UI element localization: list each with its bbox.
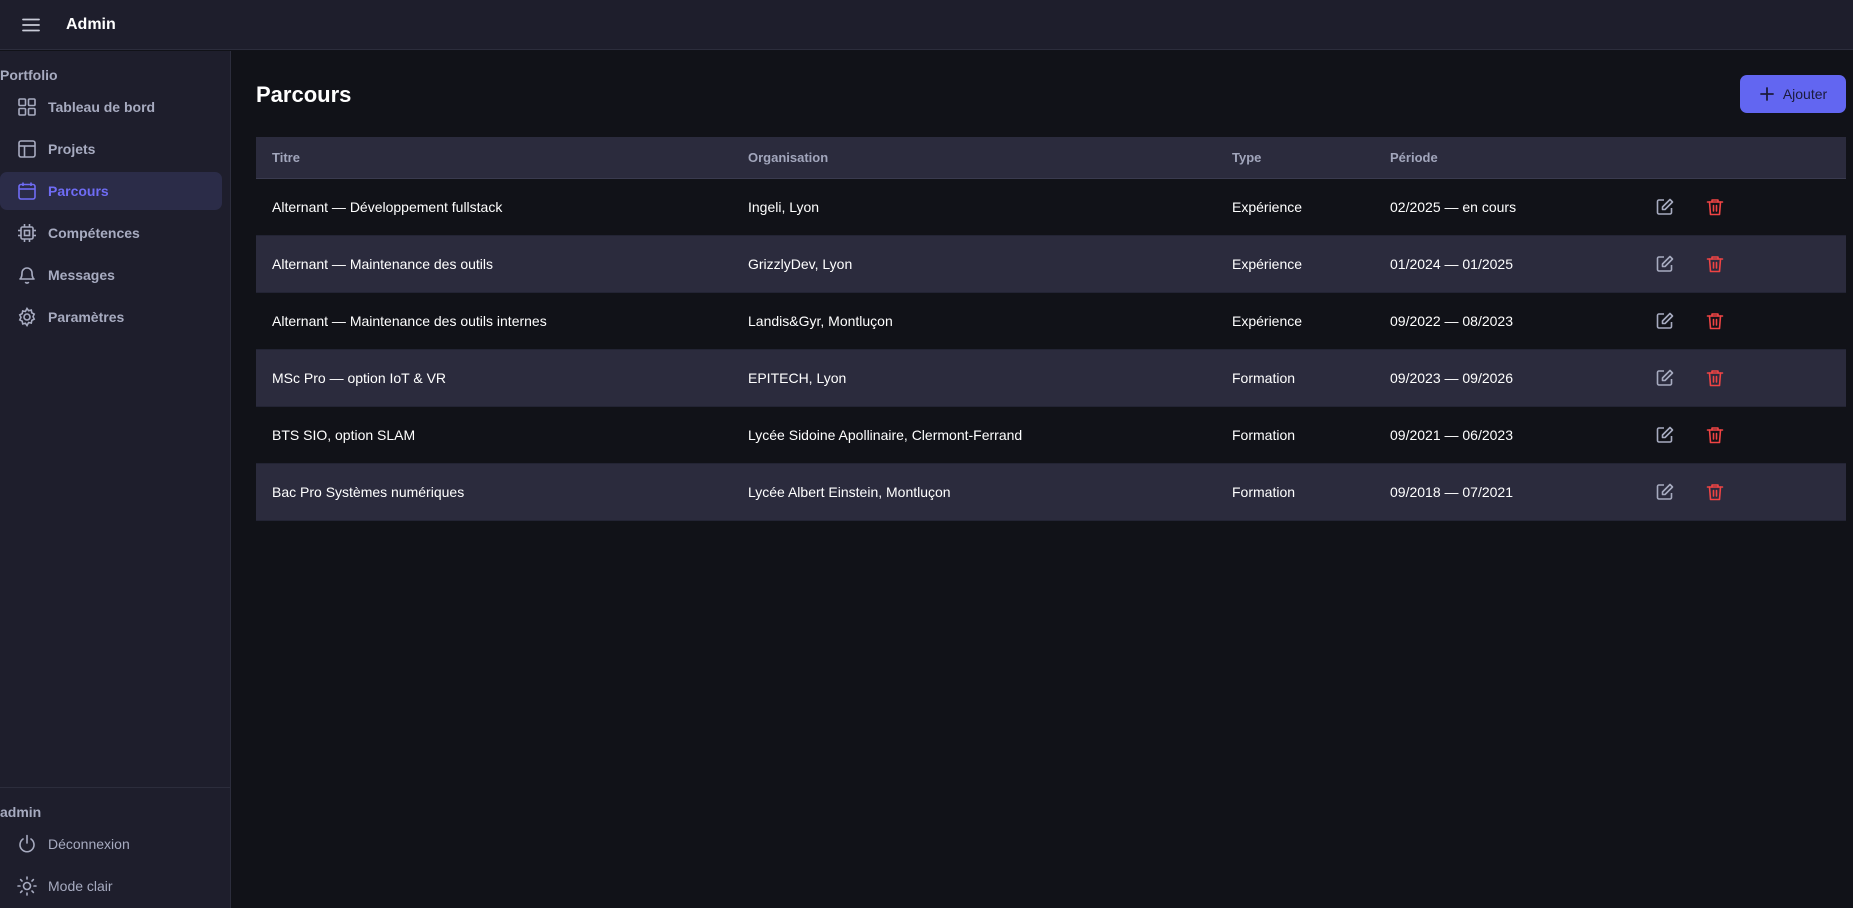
row-actions: [1648, 308, 1728, 334]
dashboard-icon: [16, 96, 38, 118]
trash-icon[interactable]: [1702, 251, 1728, 277]
sidebar-divider: [0, 787, 231, 788]
cell-periode: 09/2022 — 08/2023: [1390, 313, 1513, 329]
row-actions: [1648, 194, 1728, 220]
cell-periode: 09/2018 — 07/2021: [1390, 484, 1513, 500]
sidebar-section-title: Portfolio: [0, 67, 58, 83]
page-title: Parcours: [256, 82, 352, 107]
cell-titre: Alternant — Développement fullstack: [272, 199, 503, 215]
row-actions: [1648, 422, 1728, 448]
cell-titre: BTS SIO, option SLAM: [272, 427, 416, 443]
sidebar-item-label: Compétences: [48, 225, 140, 241]
sidebar-item-competences[interactable]: Compétences: [0, 214, 222, 252]
cell-type: Expérience: [1232, 313, 1303, 329]
cell-organisation: Ingeli, Lyon: [748, 199, 820, 215]
edit-icon[interactable]: [1652, 365, 1678, 391]
bell-icon: [16, 264, 38, 286]
sidebar-item-parcours[interactable]: Parcours: [0, 172, 222, 210]
cell-titre: Alternant — Maintenance des outils inter…: [272, 313, 547, 329]
sidebar-item-dashboard[interactable]: Tableau de bord: [0, 88, 222, 126]
plus-icon: [1759, 86, 1775, 102]
sidebar: Portfolio Tableau de bord Projets Parcou…: [0, 51, 231, 908]
edit-icon[interactable]: [1652, 308, 1678, 334]
cell-organisation: Lycée Albert Einstein, Montluçon: [748, 484, 951, 500]
column-header-type[interactable]: Type: [1232, 150, 1390, 165]
cell-organisation: Landis&Gyr, Montluçon: [748, 313, 893, 329]
cell-periode: 09/2021 — 06/2023: [1390, 427, 1513, 443]
layout-icon: [16, 138, 38, 160]
cell-titre: Alternant — Maintenance des outils: [272, 256, 494, 272]
edit-icon[interactable]: [1652, 251, 1678, 277]
table-row: Alternant — Maintenance des outils Grizz…: [256, 236, 1846, 293]
column-header-titre[interactable]: Titre: [256, 150, 748, 165]
row-actions: [1648, 365, 1728, 391]
light-mode-label: Mode clair: [48, 878, 113, 894]
cell-titre: MSc Pro — option IoT & VR: [272, 370, 447, 386]
sidebar-item-projets[interactable]: Projets: [0, 130, 222, 168]
cell-organisation: Lycée Sidoine Apollinaire, Clermont-Ferr…: [748, 427, 1023, 443]
table-row: Bac Pro Systèmes numériques Lycée Albert…: [256, 464, 1846, 521]
logout-button[interactable]: Déconnexion: [0, 825, 222, 863]
cell-type: Formation: [1232, 427, 1296, 443]
column-header-organisation[interactable]: Organisation: [748, 150, 1232, 165]
sidebar-footer-title: admin: [0, 804, 42, 820]
table-row: Alternant — Maintenance des outils inter…: [256, 293, 1846, 350]
parcours-table: Titre Organisation Type Période Alternan…: [256, 137, 1846, 521]
cell-type: Formation: [1232, 484, 1296, 500]
trash-icon[interactable]: [1702, 194, 1728, 220]
trash-icon[interactable]: [1702, 365, 1728, 391]
cell-type: Formation: [1232, 370, 1296, 386]
cell-periode: 02/2025 — en cours: [1390, 199, 1517, 215]
column-header-periode[interactable]: Période: [1390, 150, 1648, 165]
hamburger-icon[interactable]: [16, 10, 46, 40]
table-row: MSc Pro — option IoT & VR EPITECH, Lyon …: [256, 350, 1846, 407]
edit-icon[interactable]: [1652, 422, 1678, 448]
sidebar-item-label: Tableau de bord: [48, 99, 156, 115]
cell-type: Expérience: [1232, 256, 1303, 272]
top-bar: Admin: [0, 0, 1853, 50]
logout-label: Déconnexion: [48, 836, 130, 852]
cell-titre: Bac Pro Systèmes numériques: [272, 484, 465, 500]
app-title: Admin: [66, 15, 116, 33]
sidebar-item-messages[interactable]: Messages: [0, 256, 222, 294]
chip-icon: [16, 222, 38, 244]
cell-organisation: GrizzlyDev, Lyon: [748, 256, 853, 272]
row-actions: [1648, 251, 1728, 277]
cell-organisation: EPITECH, Lyon: [748, 370, 847, 386]
trash-icon[interactable]: [1702, 308, 1728, 334]
row-actions: [1648, 479, 1728, 505]
cell-type: Expérience: [1232, 199, 1303, 215]
cell-periode: 01/2024 — 01/2025: [1390, 256, 1513, 272]
light-mode-button[interactable]: Mode clair: [0, 867, 222, 905]
table-header: Titre Organisation Type Période: [256, 137, 1846, 179]
sun-icon: [16, 875, 38, 897]
main-content: Parcours Ajouter Titre Organisation Type…: [232, 51, 1853, 908]
gear-icon: [16, 306, 38, 328]
table-row: BTS SIO, option SLAM Lycée Sidoine Apoll…: [256, 407, 1846, 464]
table-body: Alternant — Développement fullstack Inge…: [256, 179, 1846, 521]
sidebar-item-label: Paramètres: [48, 309, 125, 325]
add-button[interactable]: Ajouter: [1740, 75, 1846, 113]
cell-periode: 09/2023 — 09/2026: [1390, 370, 1513, 386]
add-button-label: Ajouter: [1782, 86, 1828, 102]
trash-icon[interactable]: [1702, 479, 1728, 505]
calendar-icon: [16, 180, 38, 202]
sidebar-item-parametres[interactable]: Paramètres: [0, 298, 222, 336]
sidebar-item-label: Projets: [48, 141, 96, 157]
trash-icon[interactable]: [1702, 422, 1728, 448]
table-row: Alternant — Développement fullstack Inge…: [256, 179, 1846, 236]
power-icon: [16, 833, 38, 855]
sidebar-item-label: Parcours: [48, 183, 109, 199]
sidebar-item-label: Messages: [48, 267, 115, 283]
edit-icon[interactable]: [1652, 194, 1678, 220]
edit-icon[interactable]: [1652, 479, 1678, 505]
